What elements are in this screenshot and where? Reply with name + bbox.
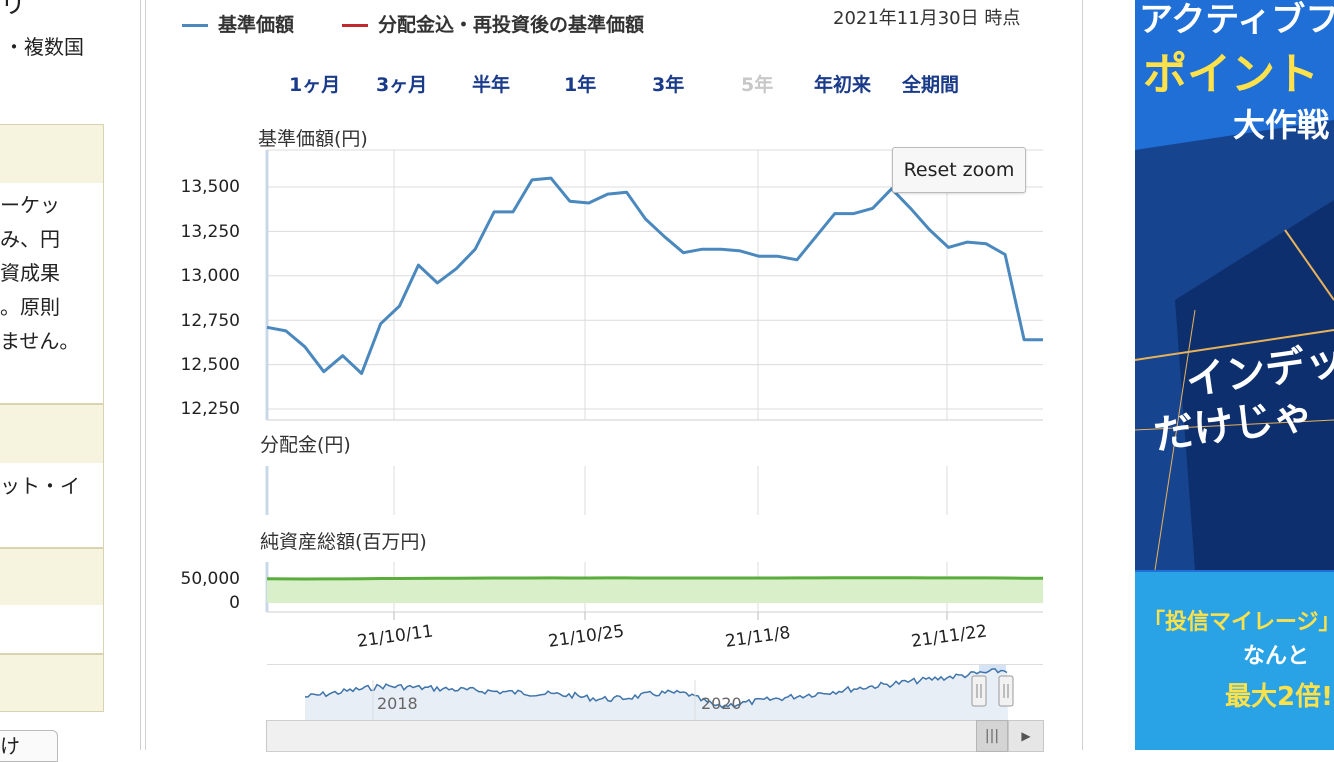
desc-line: 資成果 xyxy=(0,261,60,285)
section-header-band xyxy=(0,404,104,464)
section-header-band xyxy=(0,124,104,184)
reset-zoom-button[interactable]: Reset zoom xyxy=(892,147,1026,193)
section-header-band xyxy=(0,548,104,606)
ad-subline: 「投信マイレージ」 xyxy=(1143,610,1334,635)
navigator-year-label: 2020 xyxy=(701,694,742,713)
left-action-button[interactable]: け xyxy=(0,730,58,762)
navigator-left-handle[interactable] xyxy=(971,675,987,707)
ad-headline: アクティブフ xyxy=(1139,0,1334,40)
info-box: ット・イ xyxy=(0,463,104,548)
ad-banner[interactable]: アクティブフ ポイント 大作戦 インデッ だけじゃ 「投信マイレージ」 なんと … xyxy=(1135,0,1334,750)
fund-subtitle-fragment: ・複数国 xyxy=(4,35,84,59)
scrollbar-thumb[interactable]: ||| xyxy=(976,720,1008,752)
description-box: ーケッ み、円 資成果 。原則 ません。 xyxy=(0,183,104,404)
info-box xyxy=(0,605,104,654)
navigator-right-handle[interactable] xyxy=(998,675,1014,707)
desc-line: 。原則 xyxy=(0,295,60,319)
aum-area-fill xyxy=(267,577,1043,603)
info-text: ット・イ xyxy=(0,474,80,498)
ad-headline: 大作戦 xyxy=(1233,106,1330,144)
desc-line: み、円 xyxy=(0,227,60,251)
desc-line: ません。 xyxy=(0,329,80,353)
navigator-year-label: 2018 xyxy=(377,694,418,713)
aum-series-line xyxy=(266,576,1043,581)
scroll-right-button[interactable]: ▶ xyxy=(1008,720,1044,752)
fund-title-fragment: リ xyxy=(0,0,27,20)
desc-line: ーケッ xyxy=(0,193,60,217)
ad-headline: ポイント xyxy=(1143,49,1319,100)
ad-subline: なんと xyxy=(1243,644,1310,669)
left-info-column: リ ・複数国 ーケッ み、円 資成果 。原則 ません。 ット・イ け xyxy=(0,0,141,762)
section-header-band xyxy=(0,654,104,712)
ad-subline: 最大2倍! xyxy=(1225,682,1333,712)
scrollbar-track[interactable] xyxy=(267,720,1007,752)
chart-panel: 基準価額 分配金込・再投資後の基準価額 2021年11月30日 時点 1ヶ月 3… xyxy=(145,0,1083,752)
fund-chart[interactable] xyxy=(146,0,1082,750)
